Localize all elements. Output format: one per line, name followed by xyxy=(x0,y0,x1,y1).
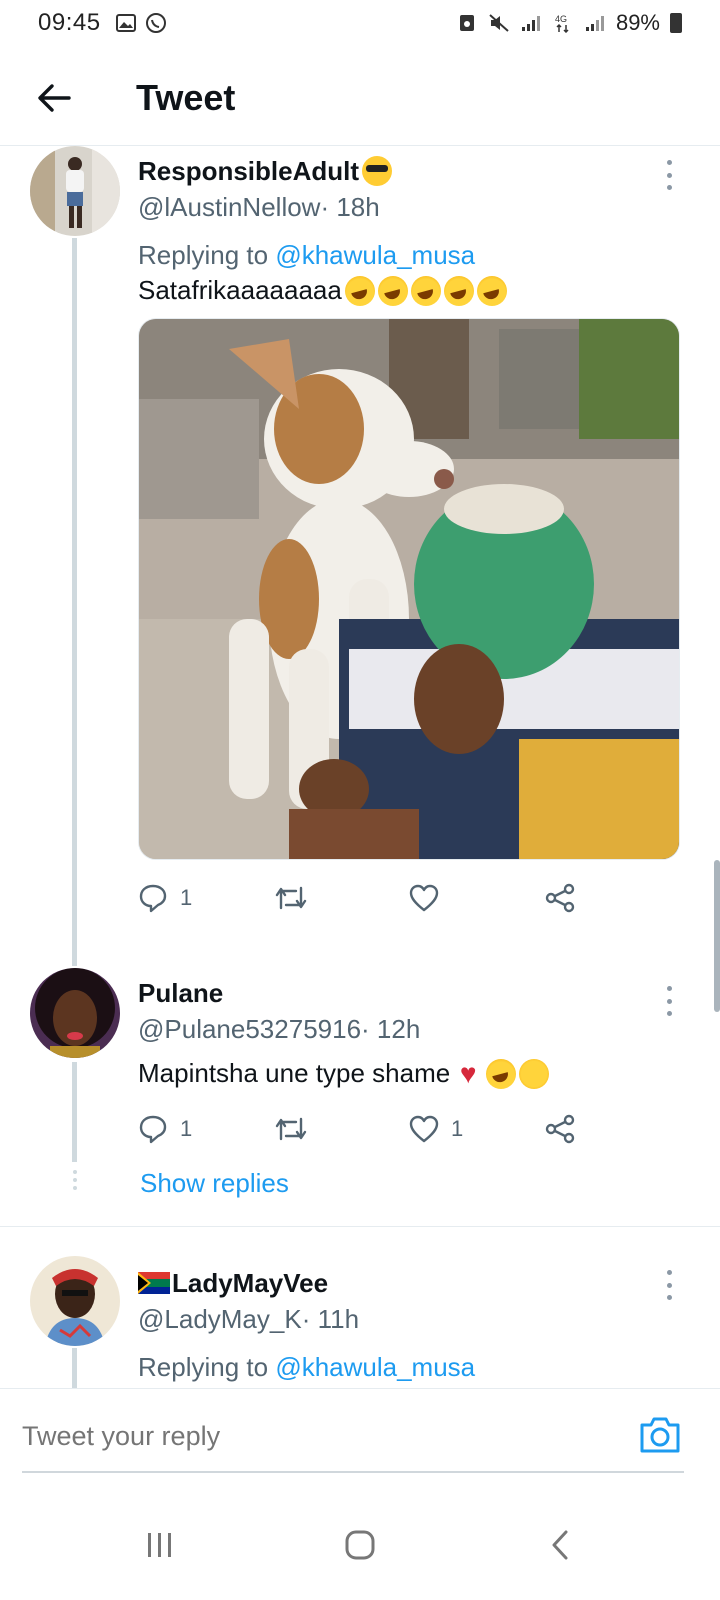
tweet-time: · 11h xyxy=(301,1303,360,1334)
heart-icon xyxy=(409,884,439,912)
laughing-emoji-icon xyxy=(410,275,441,306)
share-button[interactable] xyxy=(545,1114,681,1144)
heart-icon xyxy=(409,1115,439,1143)
reply-button[interactable]: 1 xyxy=(138,883,274,913)
back-icon xyxy=(552,1530,568,1560)
laughing-emoji-icon xyxy=(486,1058,517,1089)
divider xyxy=(0,1226,720,1227)
reply-input[interactable] xyxy=(22,1415,582,1457)
battery-percent: 89% xyxy=(615,10,660,35)
tweet-pulane[interactable]: Pulane @Pulane53275916 · 12h Mapintsha u… xyxy=(0,966,720,1226)
user-handle[interactable]: @Pulane53275916 xyxy=(138,1014,361,1045)
laughing-emoji-icon xyxy=(377,275,408,306)
avatar[interactable] xyxy=(30,968,120,1058)
hand-over-mouth-emoji-icon xyxy=(519,1058,550,1089)
display-name[interactable]: LadyMayVee xyxy=(172,1268,328,1299)
like-button[interactable] xyxy=(409,884,545,912)
system-nav-bar xyxy=(0,1490,720,1600)
home-icon xyxy=(345,1530,375,1560)
tweet-text: Mapintsha une type shame ♥ xyxy=(138,1058,680,1089)
broken-heart-emoji-icon: ♥ xyxy=(459,1057,477,1089)
display-name[interactable]: ResponsibleAdult xyxy=(138,156,359,187)
like-count: 1 xyxy=(451,1116,464,1141)
svg-text:4G: 4G xyxy=(555,14,567,24)
user-handle[interactable]: @lAustinNellow xyxy=(138,192,320,223)
nav-back-button[interactable] xyxy=(520,1515,600,1575)
retweet-button[interactable] xyxy=(274,884,410,912)
display-name[interactable]: Pulane xyxy=(138,978,223,1009)
south-africa-flag-icon xyxy=(138,1272,170,1294)
mute-icon xyxy=(488,12,510,34)
replying-to-link[interactable]: @khawula_musa xyxy=(275,240,475,270)
comment-icon xyxy=(139,1115,167,1144)
thread-line xyxy=(72,1062,77,1162)
like-button[interactable]: 1 xyxy=(409,1115,545,1143)
replying-to-link[interactable]: @khawula_musa xyxy=(275,1352,475,1382)
tweet-text: Satafrikaaaaaaaa xyxy=(138,275,680,306)
status-time: 09:45 xyxy=(38,9,101,36)
tweet-time: · 12h xyxy=(361,1013,421,1044)
arrow-left-icon xyxy=(38,83,71,112)
user-handle[interactable]: @LadyMay_K xyxy=(138,1304,302,1335)
laughing-emoji-icon xyxy=(443,275,474,306)
image-icon xyxy=(115,12,137,34)
thread-line xyxy=(72,1348,77,1388)
status-bar: 09:45 4G 89% xyxy=(0,0,720,46)
reply-count: 1 xyxy=(180,885,193,910)
retweet-icon xyxy=(275,886,306,910)
tweet-actions: 1 1 xyxy=(138,1109,680,1149)
avatar[interactable] xyxy=(30,1256,120,1346)
share-icon xyxy=(545,1114,574,1144)
input-underline xyxy=(22,1471,684,1473)
top-app-bar: Tweet xyxy=(0,50,720,146)
share-button[interactable] xyxy=(545,883,681,913)
tweet-media-image[interactable] xyxy=(138,318,680,860)
replying-to: Replying to @khawula_musa xyxy=(138,240,476,270)
retweet-icon xyxy=(275,1117,306,1141)
share-icon xyxy=(545,883,574,913)
tweet-time: · 18h xyxy=(320,191,380,222)
reply-button[interactable]: 1 xyxy=(138,1114,274,1144)
scrollbar[interactable] xyxy=(714,860,720,1012)
sunglasses-emoji-icon xyxy=(362,156,393,186)
camera-icon xyxy=(640,1417,680,1453)
nfc-icon xyxy=(456,12,478,34)
tweet-actions: 1 xyxy=(138,878,680,918)
laughing-emoji-icon xyxy=(476,275,507,306)
avatar[interactable] xyxy=(30,146,120,236)
thread-line xyxy=(72,238,77,966)
replying-to: Replying to @khawula_musa xyxy=(138,1352,476,1382)
signal-icon-2 xyxy=(584,12,606,34)
camera-button[interactable] xyxy=(638,1415,682,1455)
laughing-emoji-icon xyxy=(344,275,375,306)
reply-composer xyxy=(0,1388,720,1488)
tweet-responsibleadult[interactable]: ResponsibleAdult @lAustinNellow · 18h Re… xyxy=(0,146,720,966)
show-replies-link[interactable]: Show replies xyxy=(140,1168,289,1199)
home-button[interactable] xyxy=(320,1515,400,1575)
recent-apps-button[interactable] xyxy=(120,1515,200,1575)
back-button[interactable] xyxy=(24,68,84,128)
whatsapp-icon xyxy=(145,12,167,34)
signal-icon xyxy=(520,12,542,34)
thread-dots xyxy=(70,1170,80,1190)
recent-apps-icon xyxy=(148,1533,171,1557)
reply-count: 1 xyxy=(180,1116,193,1141)
battery-icon xyxy=(670,13,682,33)
comment-icon xyxy=(139,884,167,913)
page-title: Tweet xyxy=(136,76,236,118)
retweet-button[interactable] xyxy=(274,1115,410,1143)
4g-icon: 4G xyxy=(552,12,574,34)
tweet-ladymayvee[interactable]: LadyMayVee @LadyMay_K · 11h Replying to … xyxy=(0,1256,720,1388)
